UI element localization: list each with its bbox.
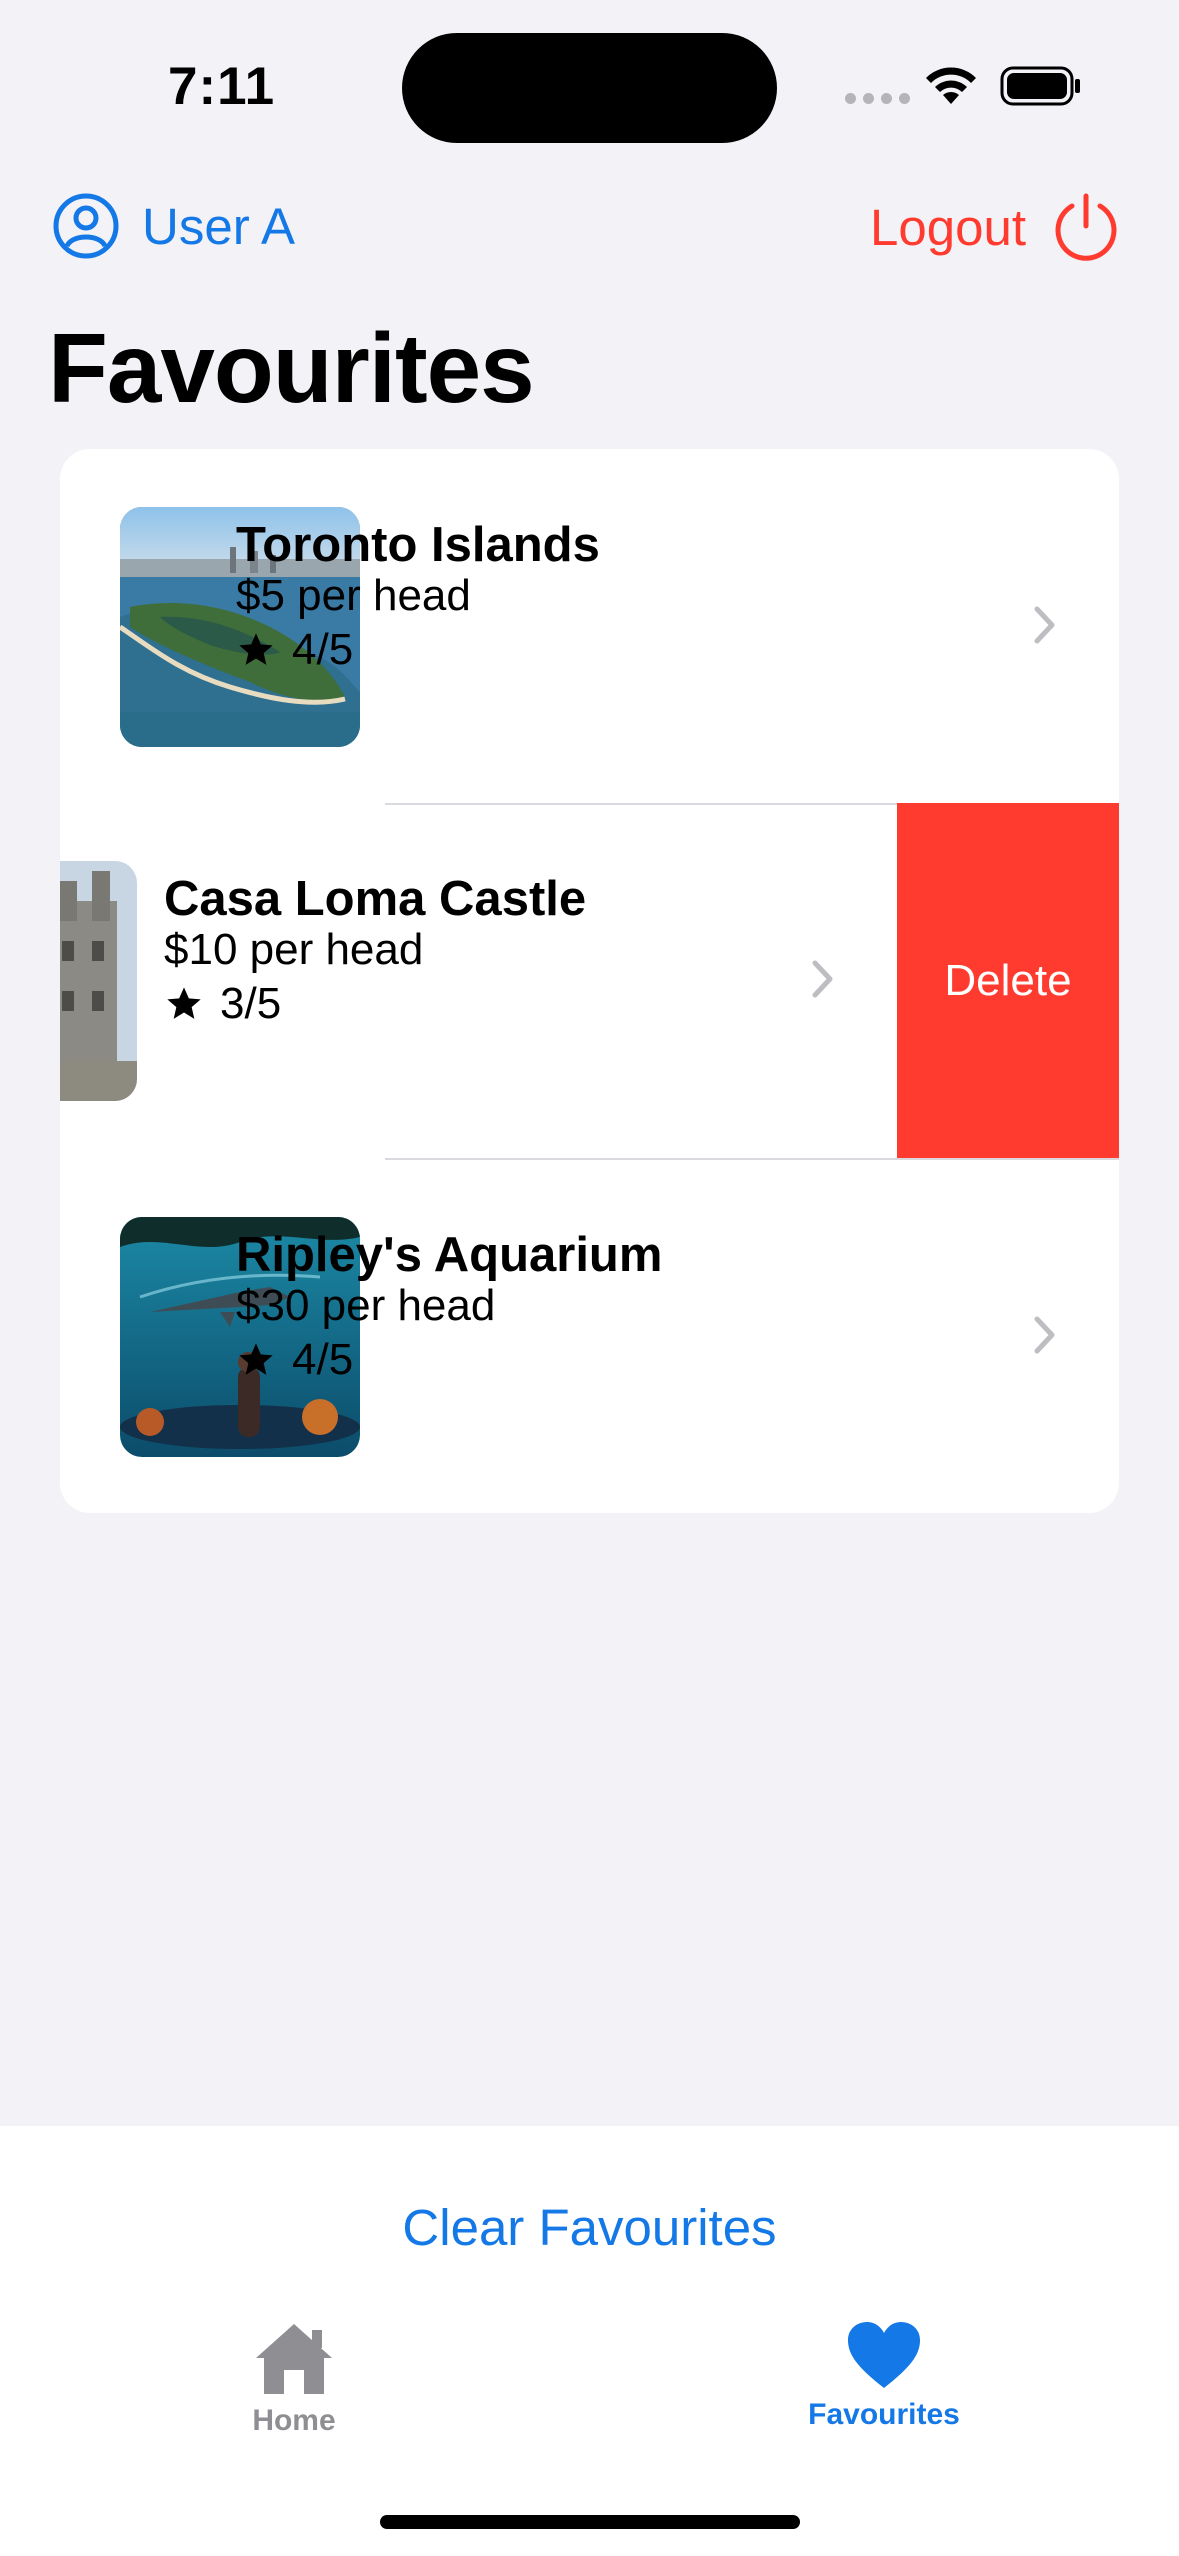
battery-icon	[1000, 66, 1080, 106]
chevron-right-icon	[1034, 1316, 1055, 1354]
item-price: $30 per head	[236, 1281, 496, 1330]
status-time: 7:11	[168, 57, 276, 116]
item-price: $10 per head	[164, 925, 424, 974]
item-rating: 3/5	[164, 979, 281, 1029]
home-indicator	[380, 2515, 800, 2529]
heart-icon	[848, 2322, 920, 2388]
rating-value: 3/5	[220, 979, 282, 1028]
item-title: Casa Loma Castle	[164, 872, 587, 926]
list-item[interactable]: Toronto Islands $5 per head 4/5	[60, 449, 1119, 803]
tab-label: Home	[252, 2404, 336, 2437]
chevron-right-icon	[1034, 606, 1055, 644]
cellular-signal-icon	[845, 93, 910, 104]
logout-button[interactable]: Logout	[870, 192, 1120, 262]
list-item[interactable]: Ripley's Aquarium $30 per head 4/5	[60, 1159, 1119, 1513]
item-price: $5 per head	[236, 571, 471, 620]
house-icon	[256, 2324, 332, 2394]
item-rating: 4/5	[236, 1335, 353, 1385]
star-icon	[167, 987, 201, 1019]
tab-home[interactable]: Home	[144, 2320, 444, 2438]
user-button[interactable]: User A	[52, 192, 295, 260]
tab-favourites[interactable]: Favourites	[734, 2320, 1034, 2432]
favourites-list: Toronto Islands $5 per head 4/5 Casa Lom…	[60, 449, 1119, 1513]
tab-label: Favourites	[808, 2398, 960, 2431]
star-icon	[239, 633, 273, 665]
user-label: User A	[142, 197, 296, 255]
casa-loma-image	[60, 861, 137, 1101]
page-title: Favourites	[48, 313, 535, 423]
logout-label: Logout	[870, 198, 1026, 256]
star-icon	[239, 1343, 273, 1375]
rating-value: 4/5	[292, 1335, 354, 1384]
item-title: Toronto Islands	[236, 518, 600, 572]
list-item[interactable]: Casa Loma Castle $10 per head 3/5	[60, 803, 897, 1157]
wifi-icon	[926, 67, 976, 104]
item-title: Ripley's Aquarium	[236, 1228, 663, 1282]
person-circle-icon	[53, 193, 119, 259]
delete-button[interactable]: Delete	[897, 803, 1119, 1158]
power-icon	[1055, 193, 1117, 261]
rating-value: 4/5	[292, 625, 354, 674]
chevron-right-icon	[812, 960, 833, 998]
clear-favourites-button[interactable]: Clear Favourites	[0, 2198, 1179, 2257]
item-rating: 4/5	[236, 625, 353, 675]
dynamic-island	[402, 33, 777, 143]
